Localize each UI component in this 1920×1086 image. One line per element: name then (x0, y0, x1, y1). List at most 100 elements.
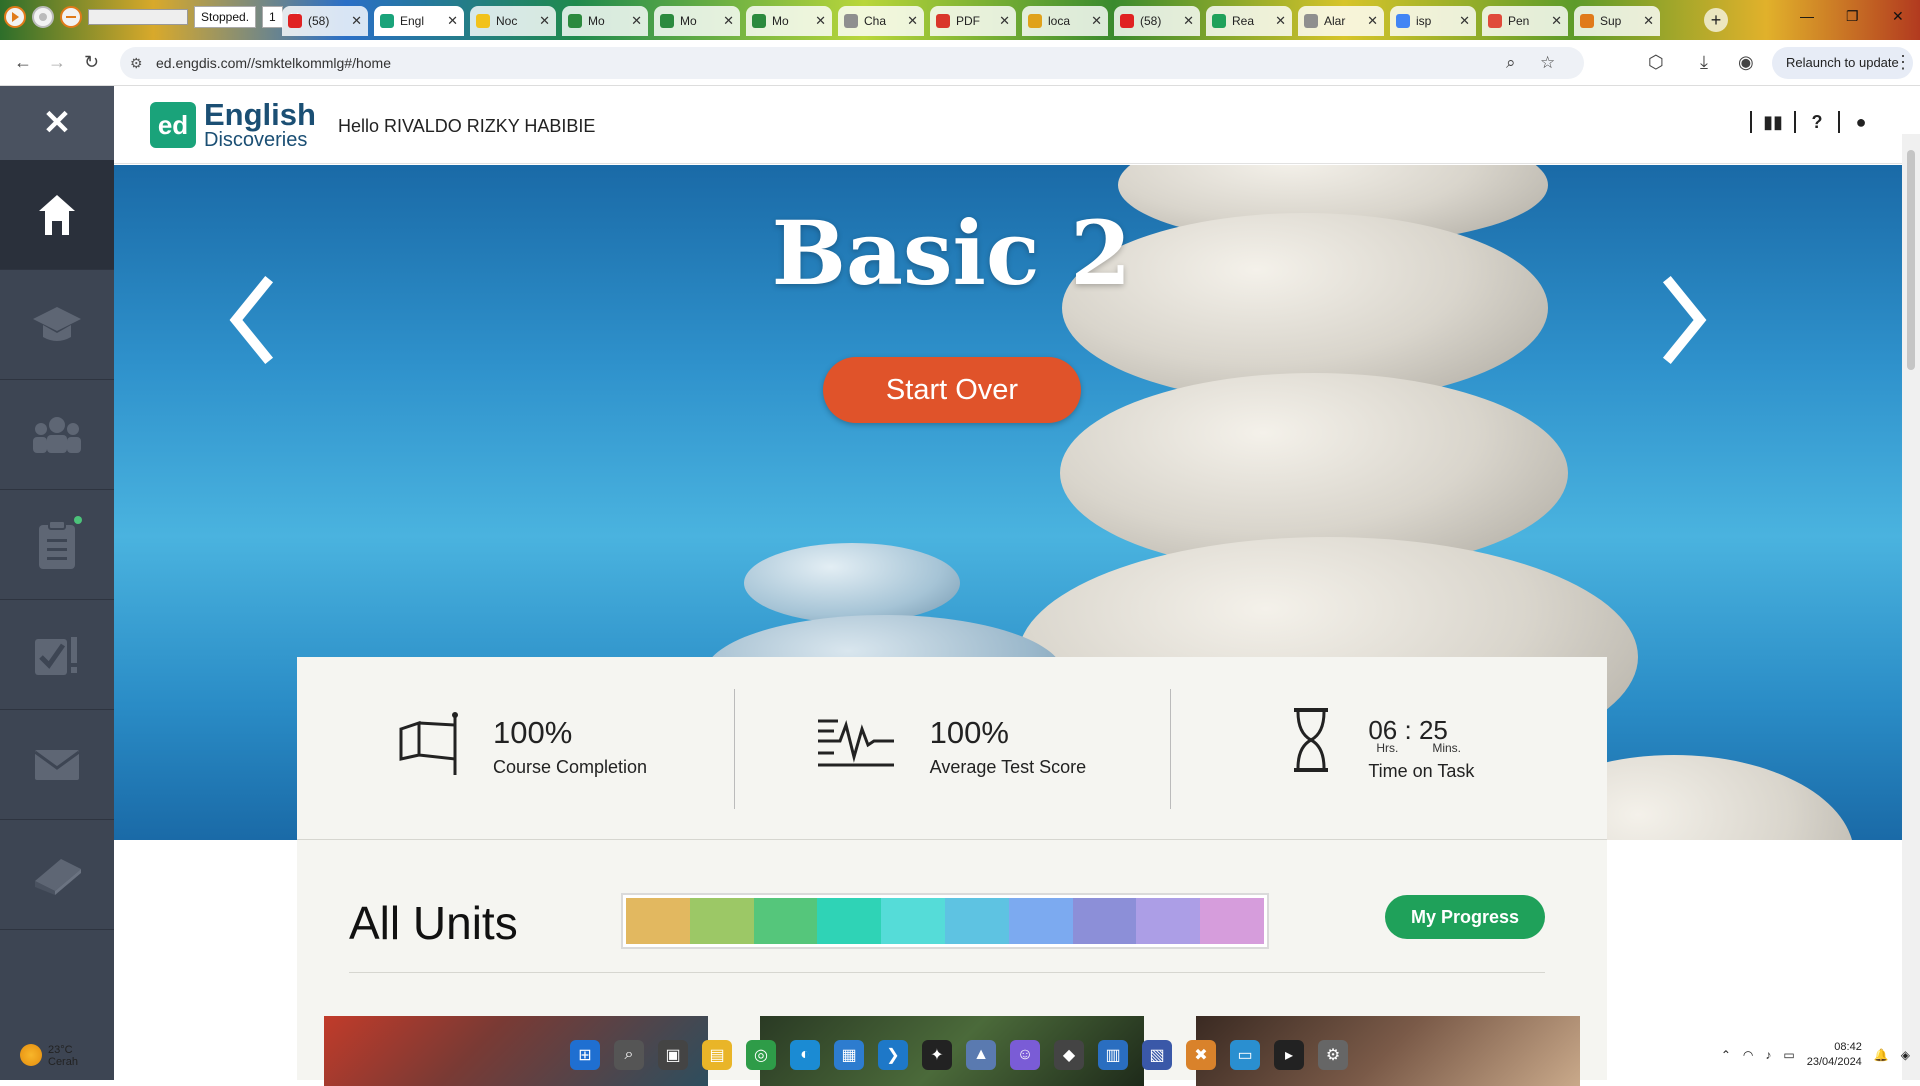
sidebar-item-tests[interactable] (0, 600, 114, 710)
chevron-up-icon[interactable]: ⌃ (1721, 1048, 1731, 1062)
browser-tab[interactable]: Pen ✕ (1482, 6, 1568, 36)
terminal-icon[interactable]: ▸ (1274, 1040, 1304, 1070)
page-scrollbar[interactable] (1902, 134, 1920, 1080)
url-text[interactable]: ed.engdis.com//smktelkommlg#/home (156, 55, 391, 71)
browser-tab[interactable]: Mo ✕ (654, 6, 740, 36)
chevron-left-icon[interactable] (222, 275, 282, 365)
tab-close-icon[interactable]: ✕ (723, 13, 734, 29)
extensions-icon[interactable]: ⬡ (1648, 52, 1664, 73)
xampp-icon[interactable]: ✖ (1186, 1040, 1216, 1070)
site-info-icon[interactable]: ⚙ (130, 55, 143, 72)
minus-icon[interactable] (60, 6, 82, 28)
unit-segment[interactable] (689, 898, 754, 944)
notepad-icon[interactable]: ▥ (1098, 1040, 1128, 1070)
browser-tab[interactable]: (58) ✕ (282, 6, 368, 36)
new-tab-button[interactable]: + (1704, 8, 1728, 32)
relaunch-button[interactable]: Relaunch to update (1772, 47, 1913, 79)
tab-close-icon[interactable]: ✕ (351, 13, 362, 29)
wifi-icon[interactable]: ◠ (1743, 1048, 1753, 1062)
weather-widget[interactable]: 23°C Cerah (20, 1044, 78, 1068)
tab-close-icon[interactable]: ✕ (1459, 13, 1470, 29)
tab-close-icon[interactable]: ✕ (1643, 13, 1654, 29)
unity-icon[interactable]: ◆ (1054, 1040, 1084, 1070)
search-icon[interactable]: ⌕ (614, 1040, 644, 1070)
record-icon[interactable] (4, 6, 26, 28)
browser-tab[interactable]: Mo ✕ (746, 6, 832, 36)
book-icon[interactable]: ▮▮ (1750, 111, 1794, 133)
remote-desktop-icon[interactable]: ▭ (1230, 1040, 1260, 1070)
browser-tab[interactable]: Cha ✕ (838, 6, 924, 36)
browser-tab[interactable]: Noc ✕ (470, 6, 556, 36)
unit-segment[interactable] (881, 898, 945, 944)
browser-tab[interactable]: Engl ✕ (374, 6, 464, 36)
unit-segment[interactable] (1136, 898, 1201, 944)
reload-icon[interactable]: ↻ (84, 52, 99, 73)
back-icon[interactable]: ← (14, 52, 32, 73)
my-progress-button[interactable]: My Progress (1385, 895, 1545, 939)
task-view-icon[interactable]: ▣ (658, 1040, 688, 1070)
browser-tab[interactable]: (58) ✕ (1114, 6, 1200, 36)
chrome-icon[interactable]: ◎ (746, 1040, 776, 1070)
tab-close-icon[interactable]: ✕ (631, 13, 642, 29)
sidebar-item-home[interactable] (0, 160, 114, 270)
window-close-icon[interactable]: ✕ (1892, 8, 1904, 25)
photos-icon[interactable]: ▲ (966, 1040, 996, 1070)
unit-segment[interactable] (1008, 898, 1073, 944)
volume-icon[interactable]: ♪ (1765, 1048, 1771, 1062)
bookmark-star-icon[interactable]: ☆ (1540, 53, 1555, 73)
sidebar-close-icon[interactable]: ✕ (0, 86, 114, 160)
tab-close-icon[interactable]: ✕ (1275, 13, 1286, 29)
discord-icon[interactable]: ☺ (1010, 1040, 1040, 1070)
browser-tab[interactable]: isp ✕ (1390, 6, 1476, 36)
edge-icon[interactable]: ◐ (790, 1040, 820, 1070)
clock[interactable]: 08:42 23/04/2024 (1807, 1040, 1862, 1070)
virtualbox-icon[interactable]: ▧ (1142, 1040, 1172, 1070)
tab-close-icon[interactable]: ✕ (999, 13, 1010, 29)
settings-icon[interactable]: ⚙ (1318, 1040, 1348, 1070)
copilot-icon[interactable]: ◈ (1901, 1048, 1910, 1062)
start-over-button[interactable]: Start Over (823, 357, 1081, 423)
restore-icon[interactable]: ❐ (1846, 8, 1859, 25)
notification-bell-icon[interactable]: 🔔 (1874, 1048, 1889, 1062)
tab-close-icon[interactable]: ✕ (1367, 13, 1378, 29)
browser-tab[interactable]: Alar ✕ (1298, 6, 1384, 36)
zoom-icon[interactable]: ⌕ (1506, 53, 1516, 73)
user-icon[interactable]: ● (1838, 111, 1882, 133)
forward-icon[interactable]: → (48, 52, 66, 73)
units-color-bar[interactable] (621, 893, 1269, 949)
tab-close-icon[interactable]: ✕ (815, 13, 826, 29)
tab-close-icon[interactable]: ✕ (1183, 13, 1194, 29)
browser-tab[interactable]: Sup ✕ (1574, 6, 1660, 36)
store-icon[interactable]: ▦ (834, 1040, 864, 1070)
download-icon[interactable]: ⤓ (1700, 52, 1708, 73)
stop-icon[interactable] (32, 6, 54, 28)
tab-close-icon[interactable]: ✕ (1551, 13, 1562, 29)
tab-close-icon[interactable]: ✕ (447, 13, 458, 29)
tab-close-icon[interactable]: ✕ (907, 13, 918, 29)
windows-start-icon[interactable]: ⊞ (570, 1040, 600, 1070)
scrollbar-thumb[interactable] (1907, 150, 1915, 370)
unit-segment[interactable] (626, 898, 690, 944)
sidebar-item-dictionary[interactable] (0, 820, 114, 930)
english-discoveries-logo[interactable]: ed English Discoveries (150, 99, 316, 150)
browser-tab[interactable]: Mo ✕ (562, 6, 648, 36)
unit-segment[interactable] (944, 898, 1009, 944)
help-icon[interactable]: ? (1794, 111, 1838, 133)
tab-close-icon[interactable]: ✕ (539, 13, 550, 29)
unit-segment[interactable] (1072, 898, 1137, 944)
recorder-field[interactable] (88, 9, 188, 25)
file-explorer-icon[interactable]: ▤ (702, 1040, 732, 1070)
sidebar-item-assignments[interactable] (0, 490, 114, 600)
unit-segment[interactable] (1200, 898, 1264, 944)
unit-segment[interactable] (817, 898, 882, 944)
minimize-icon[interactable]: — (1800, 8, 1814, 24)
chevron-right-icon[interactable] (1654, 275, 1714, 365)
battery-icon[interactable]: ▭ (1783, 1048, 1794, 1062)
browser-tab[interactable]: loca ✕ (1022, 6, 1108, 36)
browser-tab[interactable]: Rea ✕ (1206, 6, 1292, 36)
sidebar-item-community[interactable] (0, 380, 114, 490)
more-menu-icon[interactable]: ⋮ (1894, 52, 1912, 73)
sidebar-item-messages[interactable] (0, 710, 114, 820)
sidebar-item-courses[interactable] (0, 270, 114, 380)
address-bar[interactable]: ⚙ ed.engdis.com//smktelkommlg#/home ⌕ ☆ (120, 47, 1584, 79)
